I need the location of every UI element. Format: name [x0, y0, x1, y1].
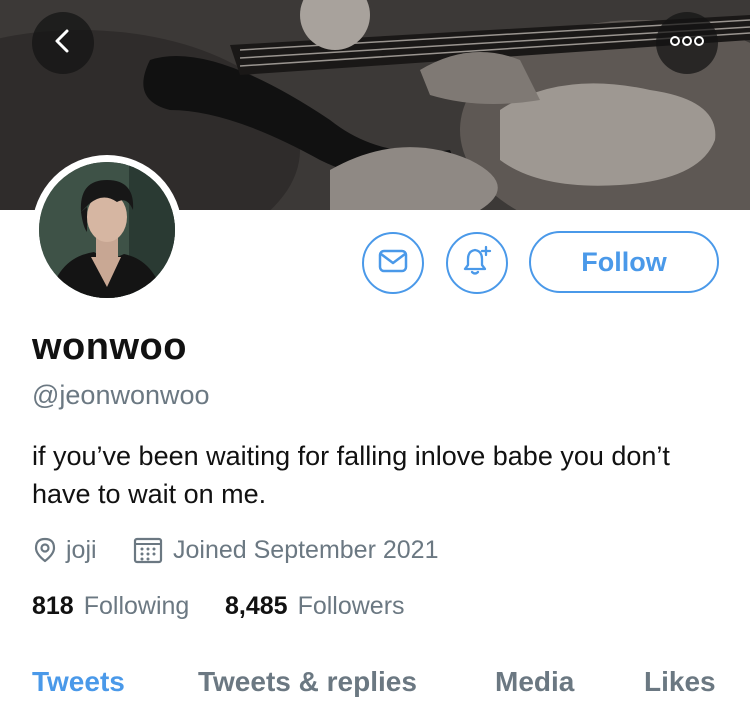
tab-likes[interactable]: Likes — [644, 666, 716, 698]
following-count: 818 — [32, 592, 74, 620]
more-options-button[interactable] — [656, 12, 718, 74]
followers-count: 8,485 — [225, 592, 288, 620]
bell-plus-icon — [461, 245, 493, 282]
joined-info: Joined September 2021 — [133, 533, 438, 567]
follow-button[interactable]: Follow — [529, 231, 719, 293]
following-label: Following — [83, 592, 190, 620]
more-horizontal-icon — [670, 34, 704, 52]
followers-stat[interactable]: 8,485 Followers — [225, 592, 405, 621]
location-text: joji — [66, 535, 97, 564]
mail-icon — [378, 249, 408, 278]
profile-name: wonwoo — [32, 326, 187, 368]
back-button[interactable] — [32, 12, 94, 74]
profile-bio: if you’ve been waiting for falling inlov… — [32, 441, 670, 509]
message-button[interactable] — [362, 232, 424, 294]
tab-media[interactable]: Media — [495, 666, 574, 698]
followers-label: Followers — [297, 592, 405, 620]
notify-button[interactable] — [446, 232, 508, 294]
chevron-left-icon — [50, 28, 76, 59]
location-pin-icon — [32, 537, 58, 563]
calendar-icon — [133, 536, 163, 564]
avatar-image — [39, 162, 175, 298]
profile-handle: @jeonwonwoo — [32, 380, 210, 410]
following-stat[interactable]: 818 Following — [32, 592, 189, 621]
location-info: joji — [32, 533, 97, 567]
tab-tweets[interactable]: Tweets — [32, 666, 125, 698]
joined-text: Joined September 2021 — [173, 535, 439, 564]
avatar[interactable] — [32, 155, 182, 305]
tab-tweets-and-replies[interactable]: Tweets & replies — [198, 666, 417, 698]
